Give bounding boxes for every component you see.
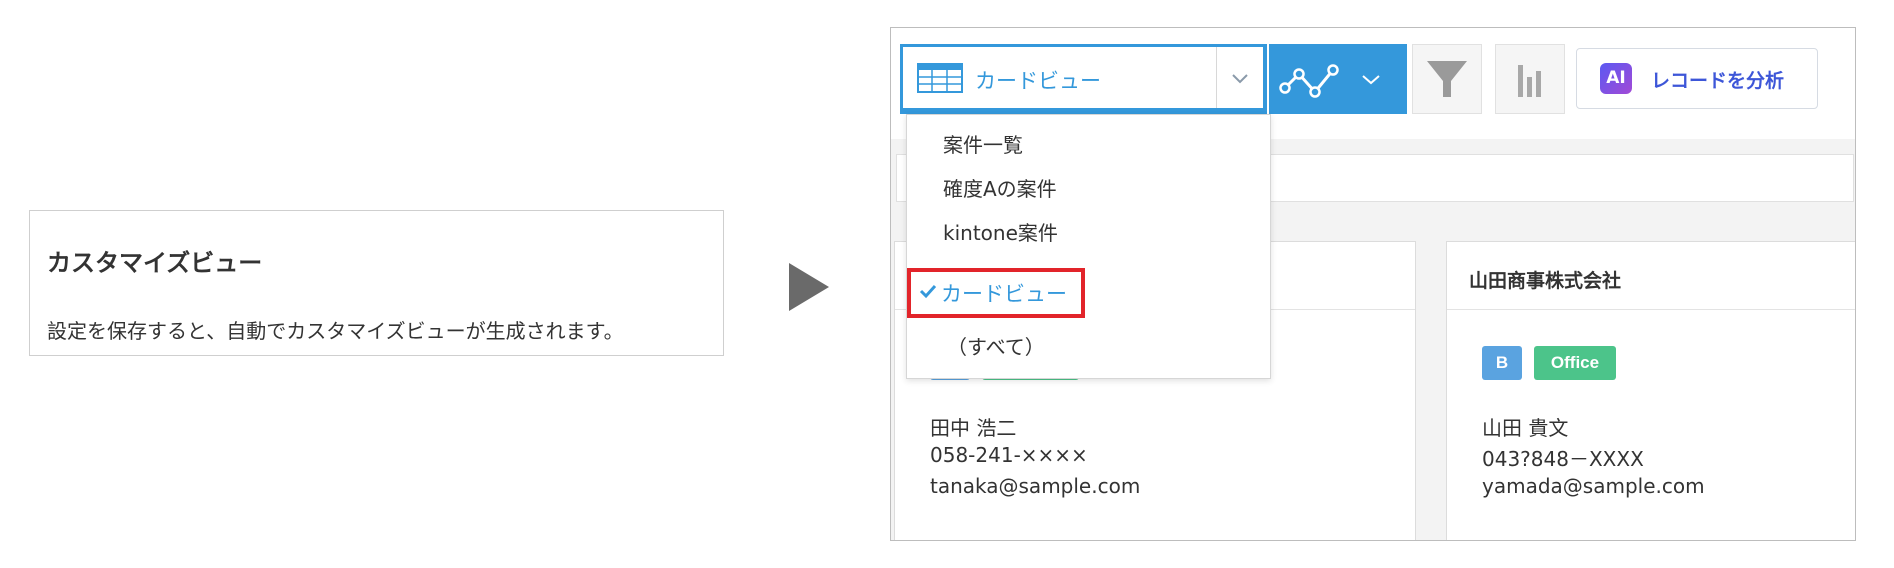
- description-box: カスタマイズビュー 設定を保存すると、自動でカスタマイズビューが生成されます。: [29, 210, 724, 356]
- description-text: 設定を保存すると、自動でカスタマイズビューが生成されます。: [47, 319, 624, 343]
- bar-chart-icon: [1518, 65, 1541, 97]
- card-contact: 山田 貴文: [1482, 416, 1569, 440]
- dropdown-item[interactable]: 案件一覧: [943, 129, 1023, 158]
- dropdown-item-selected[interactable]: カードビュー: [907, 268, 1085, 318]
- record-card[interactable]: 山田商事株式会社 B Office 山田 貴文 043?848－XXXX yam…: [1446, 241, 1855, 540]
- dropdown-item[interactable]: （すべて）: [947, 331, 1045, 360]
- ai-icon: AI: [1600, 63, 1632, 94]
- right-arrow-icon: [789, 263, 829, 311]
- app-screenshot: カードビュー AI レコードを分析 田中 浩二 058-241-×××× tan…: [890, 27, 1856, 541]
- dropdown-item[interactable]: kintone案件: [943, 217, 1058, 246]
- ai-analyze-label: レコードを分析: [1651, 70, 1785, 92]
- product-tag: Office: [1534, 346, 1616, 380]
- card-company: 山田商事株式会社: [1469, 270, 1622, 292]
- view-selected-label: カードビュー: [975, 69, 1101, 93]
- view-dropdown-toggle[interactable]: [1216, 47, 1264, 108]
- ai-analyze-button[interactable]: AI レコードを分析: [1576, 48, 1818, 109]
- check-icon: [919, 284, 937, 299]
- graph-menu-button[interactable]: [1269, 44, 1407, 114]
- funnel-icon: [1427, 61, 1467, 97]
- card-phone: 058-241-××××: [930, 443, 1088, 467]
- line-graph-icon: [1279, 64, 1380, 98]
- card-contact: 田中 浩二: [930, 416, 1017, 440]
- description-title: カスタマイズビュー: [47, 249, 263, 277]
- chart-button[interactable]: [1495, 44, 1565, 114]
- card-phone: 043?848－XXXX: [1482, 447, 1644, 471]
- dropdown-item[interactable]: 確度Aの案件: [943, 173, 1057, 202]
- filter-button[interactable]: [1412, 44, 1482, 114]
- card-email: tanaka@sample.com: [930, 474, 1141, 498]
- chevron-down-icon: [1232, 74, 1248, 84]
- view-dropdown-menu: 案件一覧 確度Aの案件 kintone案件 カードビュー （すべて）: [906, 114, 1271, 379]
- card-header: 山田商事株式会社: [1447, 242, 1855, 310]
- card-email: yamada@sample.com: [1482, 474, 1705, 498]
- dropdown-selected-label: カードビュー: [941, 282, 1067, 306]
- rank-tag: B: [1482, 346, 1522, 380]
- table-grid-icon: [917, 63, 963, 93]
- view-selector[interactable]: カードビュー: [900, 44, 1267, 114]
